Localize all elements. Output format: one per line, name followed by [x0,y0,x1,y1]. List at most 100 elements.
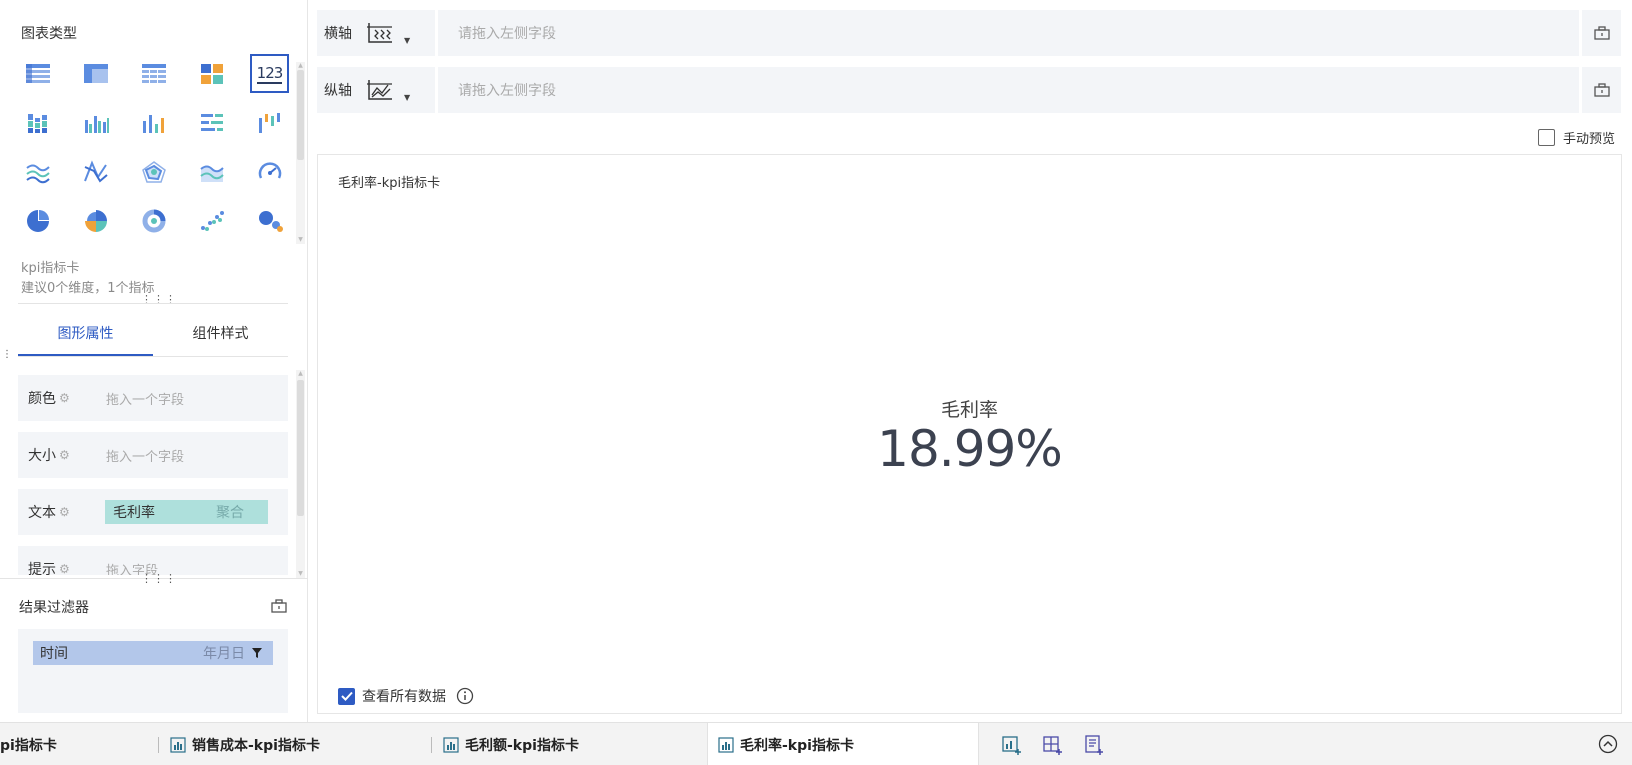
chart-type-grouped-bar[interactable] [76,103,115,142]
chart-type-rose[interactable] [76,201,115,240]
property-scrollbar[interactable]: ▲ ▼ [296,370,305,578]
sheet-tab[interactable]: 毛利额-kpi指标卡 [443,723,579,765]
sheet-tab[interactable]: pi指标卡 [0,723,57,765]
chart-type-column[interactable] [134,103,173,142]
radar-icon [141,160,166,183]
detail-table-icon [141,63,166,83]
manual-preview-checkbox[interactable] [1538,129,1555,146]
gear-icon[interactable]: ⚙ [59,391,70,405]
chart-type-title: 图表类型 [21,26,77,42]
chart-type-scrollbar[interactable]: ▲ ▼ [296,62,305,244]
add-dashboard-icon[interactable] [1042,734,1064,756]
chart-sheet-icon [718,736,734,753]
chart-sheet-icon [443,736,459,753]
gear-icon[interactable]: ⚙ [59,448,70,462]
x-axis-label-box[interactable]: 横轴 ▼ [317,10,435,56]
sheet-tab[interactable]: 销售成本-kpi指标卡 [170,723,320,765]
rose-chart-icon [84,209,107,232]
sheet-tab-bar: pi指标卡 销售成本-kpi指标卡 毛利额-kpi指标卡 毛利率-kpi指标卡 [0,722,1632,765]
gear-icon[interactable]: ⚙ [59,505,70,519]
chart-type-horizontal-bar[interactable] [192,103,231,142]
view-all-data-toggle[interactable]: 查看所有数据 [338,686,474,706]
tab-graphic-properties[interactable]: 图形属性 [18,313,153,356]
chevron-down-icon[interactable]: ▼ [404,93,410,102]
add-chart-icon[interactable] [1001,734,1023,756]
x-axis-settings-button[interactable] [1579,10,1621,56]
collapse-tabs-icon[interactable] [1598,734,1618,754]
sheet-tab-active[interactable]: 毛利率-kpi指标卡 [707,723,979,765]
chart-sheet-icon [170,736,186,753]
cross-table-icon [83,63,108,83]
manual-preview-toggle[interactable]: 手动预览 [1538,128,1615,147]
chevron-down-icon[interactable]: ▼ [404,36,410,45]
chart-type-pie[interactable] [18,201,57,240]
section-divider [18,303,288,304]
gauge-icon [258,161,281,179]
scroll-thumb[interactable] [297,380,304,516]
y-axis-type-icon[interactable] [366,77,394,103]
property-tabs: 图形属性 组件样式 [18,313,288,357]
y-axis-placeholder: 请拖入左侧字段 [458,83,556,99]
y-axis-settings-button[interactable] [1579,67,1621,113]
chart-type-area[interactable] [192,152,231,191]
chart-type-stacked-bar[interactable] [18,103,57,142]
scroll-thumb[interactable] [297,70,304,160]
filter-field-chip[interactable]: 时间 年月日 [33,641,273,665]
field-name: 毛利率 [113,505,155,521]
chart-type-line[interactable] [18,152,57,191]
property-tooltip[interactable]: 提示 ⚙ 拖入字段 [18,546,288,575]
chart-type-donut[interactable] [134,201,173,240]
scroll-up-arrow[interactable]: ▲ [296,62,305,70]
panel-collapse-handle-icon[interactable]: ⋮ [2,350,12,360]
field-chip[interactable]: 毛利率 聚合 [105,500,268,524]
scroll-down-arrow[interactable]: ▼ [296,236,305,244]
stacked-bar-icon [27,113,47,133]
filter-granularity[interactable]: 年月日 [203,643,245,663]
chart-type-multi-line[interactable] [76,152,115,191]
property-label: 大小 [28,448,56,464]
y-axis-label-box[interactable]: 纵轴 ▼ [317,67,435,113]
scroll-down-arrow[interactable]: ▼ [296,570,305,578]
waterfall-icon [258,112,280,133]
funnel-icon[interactable] [251,647,263,659]
sheet-tab-label: 毛利率-kpi指标卡 [740,737,854,754]
chart-type-gauge[interactable] [250,152,289,191]
tab-component-style[interactable]: 组件样式 [153,313,288,356]
view-all-checkbox[interactable] [338,687,355,705]
filter-drop-area[interactable]: 时间 年月日 [18,629,288,713]
area-chart-icon [199,165,224,182]
chart-type-bubble[interactable] [250,201,289,240]
chart-type-kpi-card[interactable]: 123 [250,54,289,93]
x-axis-type-icon[interactable] [366,20,394,46]
axis-settings-icon [1593,26,1610,40]
info-icon[interactable] [456,687,474,705]
x-axis-drop-zone[interactable]: 请拖入左侧字段 [438,10,1621,56]
property-text[interactable]: 文本 ⚙ 毛利率 聚合 [18,489,288,535]
sheet-tab-label: pi指标卡 [0,737,57,754]
chart-type-grid: 123 [18,54,290,240]
aggregation-label[interactable]: 聚合 [216,502,244,522]
tab-separator [158,737,159,753]
app-root: 图表类型 123 ▲ ▼ kpi指标卡 建议0个维度，1个指标 ⋮⋮⋮ 图形属性… [0,0,1632,765]
gear-icon[interactable]: ⚙ [59,562,70,575]
resize-handle-icon[interactable]: ⋮⋮⋮ [141,573,177,584]
chart-type-radar[interactable] [134,152,173,191]
card-icon [200,63,223,84]
chart-type-cross-table[interactable] [76,54,115,93]
multi-line-icon [83,159,108,183]
chart-type-scatter[interactable] [192,201,231,240]
property-color[interactable]: 颜色 ⚙ 拖入一个字段 [18,375,288,421]
chart-type-table[interactable] [18,54,57,93]
scroll-up-arrow[interactable]: ▲ [296,370,305,378]
add-report-icon[interactable] [1083,734,1105,756]
check-icon [340,691,353,701]
property-label: 颜色 [28,391,56,407]
chart-type-waterfall[interactable] [250,103,289,142]
drop-placeholder: 拖入一个字段 [106,449,185,465]
y-axis-drop-zone[interactable]: 请拖入左侧字段 [438,67,1621,113]
filter-settings-icon[interactable] [270,597,288,615]
chart-type-detail-table[interactable] [134,54,173,93]
property-size[interactable]: 大小 ⚙ 拖入一个字段 [18,432,288,478]
x-axis-placeholder: 请拖入左侧字段 [458,26,556,42]
chart-type-card[interactable] [192,54,231,93]
